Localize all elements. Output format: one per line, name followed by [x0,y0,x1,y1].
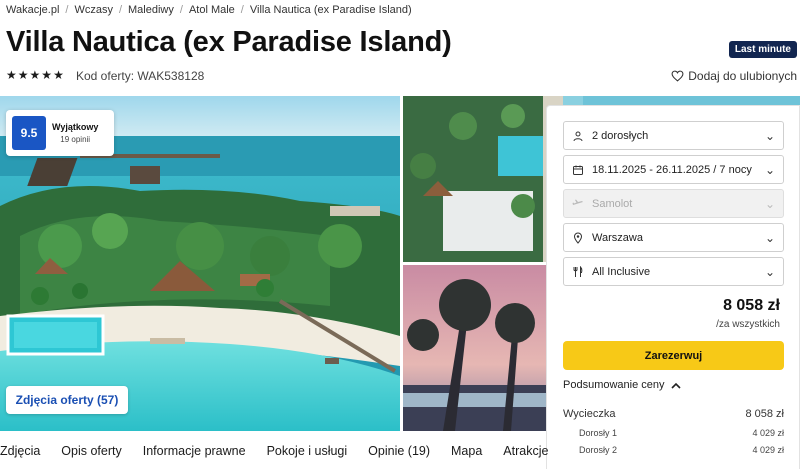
breadcrumb-current: Villa Nautica (ex Paradise Island) [249,4,412,16]
tab-legal-info[interactable]: Informacje prawne [143,444,267,458]
board-value: All Inclusive [592,265,651,278]
departure-select[interactable]: Warszawa ⌄ [563,223,784,252]
plane-icon [572,199,583,205]
hotel-stars: ★ ★ ★ ★ ★ [6,68,64,82]
transport-value: Samolot [592,197,633,210]
star-icon: ★ [17,68,29,82]
offer-photos-button[interactable]: Zdjęcia oferty (57) [6,386,128,414]
star-icon: ★ [53,68,64,82]
board-select[interactable]: All Inclusive ⌄ [563,257,784,286]
rating-count: 19 opinii [60,135,91,144]
add-to-favorites-button[interactable]: Dodaj do ulubionych [671,69,797,83]
calendar-icon [573,165,583,175]
person-icon [573,131,583,141]
chevron-down-icon: ⌄ [764,196,775,211]
breadcrumb-separator: / [179,4,183,16]
location-pin-icon [573,232,583,244]
main-photo[interactable]: 9.5 Wyjątkowy 19 opinii Zdjęcia oferty (… [0,96,400,431]
add-to-favorites-label: Dodaj do ulubionych [688,69,797,83]
rating-badge: 9.5 Wyjątkowy 19 opinii [6,110,114,156]
rating-text: Wyjątkowy 19 opinii [52,122,98,144]
tab-reviews[interactable]: Opinie (19) [368,444,451,458]
departure-value: Warszawa [592,231,643,244]
travelers-select[interactable]: 2 dorosłych ⌄ [563,121,784,150]
rating-label: Wyjątkowy [52,122,99,132]
tab-rooms-services[interactable]: Pokoje i usługi [267,444,369,458]
breadcrumb: Wakacje.pl / Wczasy / Malediwy / Atol Ma… [6,4,412,16]
chevron-down-icon: ⌄ [764,230,775,245]
summary-row-trip: Wycieczka 8 058 zł [563,408,784,420]
breadcrumb-separator: / [240,4,244,16]
chevron-down-icon: ⌄ [764,162,775,177]
summary-label: Dorosły 1 [579,428,618,438]
summary-row-adult-2: Dorosły 2 4 029 zł [563,445,784,455]
star-icon: ★ [41,68,53,82]
last-minute-badge: Last minute [728,41,797,58]
summary-value: 4 029 zł [752,428,784,438]
price-note: /za wszystkich [716,319,780,330]
tab-map[interactable]: Mapa [451,444,503,458]
star-icon: ★ [6,68,17,82]
booking-panel: 2 dorosłych ⌄ 18.11.2025 - 26.11.2025 / … [546,105,800,469]
dates-value: 18.11.2025 - 26.11.2025 / 7 nocy [592,163,752,176]
offer-code: Kod oferty: WAK538128 [76,69,205,83]
breadcrumb-separator: / [65,4,69,16]
travelers-value: 2 dorosłych [592,129,649,142]
summary-value: 8 058 zł [745,408,784,420]
summary-row-adult-1: Dorosły 1 4 029 zł [563,428,784,438]
breadcrumb-country[interactable]: Malediwy [128,4,174,16]
summary-label: Wycieczka [563,408,616,420]
total-price: 8 058 zł [723,297,780,314]
summary-label: Dorosły 2 [579,445,618,455]
offer-tabs: Zdjęcia Opis oferty Informacje prawne Po… [0,444,569,458]
breadcrumb-region[interactable]: Atol Male [189,4,235,16]
chevron-up-icon [670,382,681,389]
tab-attractions[interactable]: Atrakcje [503,444,569,458]
tab-description[interactable]: Opis oferty [61,444,142,458]
page-title: Villa Nautica (ex Paradise Island) [6,26,452,58]
breadcrumb-home[interactable]: Wakacje.pl [6,4,59,16]
cutlery-icon [573,265,583,277]
breadcrumb-separator: / [118,4,123,16]
price-summary-toggle[interactable]: Podsumowanie ceny [563,379,681,391]
dates-select[interactable]: 18.11.2025 - 26.11.2025 / 7 nocy ⌄ [563,155,784,184]
chevron-down-icon: ⌄ [764,264,775,279]
transport-select: Samolot ⌄ [563,189,784,218]
star-icon: ★ [29,68,41,82]
breadcrumb-wczasy[interactable]: Wczasy [74,4,113,16]
chevron-down-icon: ⌄ [764,128,775,143]
rating-score: 9.5 [12,116,46,150]
heart-icon [671,70,684,82]
summary-value: 4 029 zł [752,445,784,455]
tab-photos[interactable]: Zdjęcia [0,444,61,458]
price-summary-label: Podsumowanie ceny [563,379,665,391]
reserve-button[interactable]: Zarezerwuj [563,341,784,370]
